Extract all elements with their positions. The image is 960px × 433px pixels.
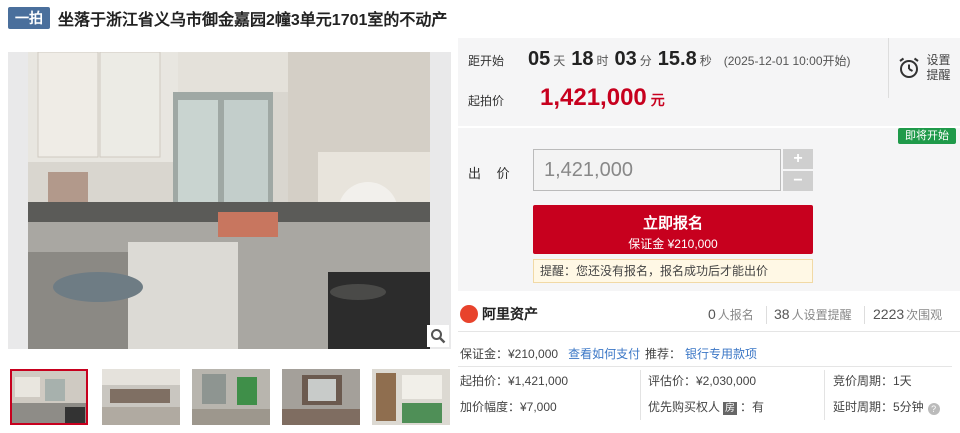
view-count: 2223 次围观 xyxy=(873,306,943,322)
signup-count: 0 人报名 xyxy=(708,306,754,322)
recommend-info: 推荐： 银行专用款项 xyxy=(645,347,758,361)
reminder-count: 38 人设置提醒 xyxy=(774,306,852,322)
delay-cycle-info: 延时周期：5分钟? xyxy=(833,399,940,415)
help-icon[interactable]: ? xyxy=(927,403,940,415)
countdown-days: 05 xyxy=(528,48,551,70)
register-now-button[interactable]: 立即报名 保证金 ¥210,000 xyxy=(533,205,813,254)
start-price-info: 起拍价：¥1,421,000 xyxy=(460,374,569,388)
page-title: 坐落于浙江省义乌市御金嘉园2幢3单元1701室的不动产 xyxy=(58,12,448,29)
alarm-clock-icon xyxy=(898,57,919,78)
status-badge: 即将开始 xyxy=(898,128,956,144)
appraisal-info: 评估价：¥2,030,000 xyxy=(648,374,757,388)
set-reminder-label: 设置提醒 xyxy=(926,53,951,82)
start-price-row: 起拍价 1,421,000 元 xyxy=(468,84,665,112)
auction-round-badge: 一拍 xyxy=(8,7,50,29)
zoom-icon[interactable] xyxy=(427,325,449,347)
countdown-label: 距开始 xyxy=(468,54,505,68)
thumbnail-strip xyxy=(8,369,451,425)
brand: 阿里资产 xyxy=(460,304,538,324)
countdown-seconds-unit: 秒 xyxy=(699,54,712,68)
bid-cycle-info: 竞价周期：1天 xyxy=(833,374,912,388)
main-photo[interactable] xyxy=(8,52,451,349)
kitchen-photo xyxy=(28,52,430,349)
thumbnail[interactable] xyxy=(102,369,180,425)
bid-label: 出 价 xyxy=(468,166,516,181)
increase-bid-button[interactable]: + xyxy=(783,149,813,169)
thumbnail[interactable] xyxy=(10,369,88,425)
countdown-hours-unit: 时 xyxy=(596,54,609,68)
divider xyxy=(864,306,865,324)
bid-amount-input[interactable]: 1,421,000 xyxy=(533,149,781,191)
register-now-label: 立即报名 xyxy=(642,215,703,232)
countdown-panel: 距开始 05 天 18 时 03 分 15.8 秒 (2025-12-01 10… xyxy=(458,38,960,126)
bid-stepper: + − xyxy=(783,149,813,191)
ali-assets-logo-icon xyxy=(460,305,478,323)
countdown-minutes: 03 xyxy=(614,48,637,70)
increment-info: 加价幅度：¥7,000 xyxy=(460,400,557,414)
countdown: 距开始 05 天 18 时 03 分 15.8 秒 (2025-12-01 10… xyxy=(468,48,851,71)
countdown-seconds: 15.8 xyxy=(657,48,697,70)
bid-panel: 出 价 1,421,000 + − 立即报名 保证金 ¥210,000 提醒：您… xyxy=(458,128,960,291)
start-price-label: 起拍价 xyxy=(468,94,505,108)
divider xyxy=(824,370,825,420)
priority-buyer-info: 优先购买权人房：有 xyxy=(648,400,765,415)
title-bar: 一拍 坐落于浙江省义乌市御金嘉园2幢3单元1701室的不动产 xyxy=(8,6,447,30)
register-deposit-label: 保证金 ¥210,000 xyxy=(628,237,718,251)
divider xyxy=(766,306,767,324)
bank-payment-link[interactable]: 银行专用款项 xyxy=(685,347,757,361)
countdown-minutes-unit: 分 xyxy=(639,54,652,68)
deposit-info: 保证金：¥210,000 查看如何支付 xyxy=(460,347,641,361)
thumbnail[interactable] xyxy=(282,369,360,425)
decrease-bid-button[interactable]: − xyxy=(783,171,813,191)
countdown-hours: 18 xyxy=(571,48,594,70)
set-reminder-button[interactable]: 设置提醒 xyxy=(888,38,960,98)
registration-hint: 提醒：您还没有报名，报名成功后才能出价 xyxy=(533,259,813,283)
house-badge: 房 xyxy=(723,402,738,415)
divider xyxy=(640,370,641,420)
start-price-unit: 元 xyxy=(650,92,665,108)
how-to-pay-link[interactable]: 查看如何支付 xyxy=(568,347,640,361)
brand-name: 阿里资产 xyxy=(482,306,538,322)
start-price-value: 1,421,000 xyxy=(540,84,647,111)
countdown-days-unit: 天 xyxy=(553,54,566,68)
start-time-note: (2025-12-01 10:00开始) xyxy=(723,54,851,68)
divider xyxy=(458,366,952,367)
thumbnail[interactable] xyxy=(192,369,270,425)
thumbnail[interactable] xyxy=(372,369,450,425)
stats-row: 阿里资产 0 人报名 38 人设置提醒 2223 次围观 xyxy=(458,298,960,332)
